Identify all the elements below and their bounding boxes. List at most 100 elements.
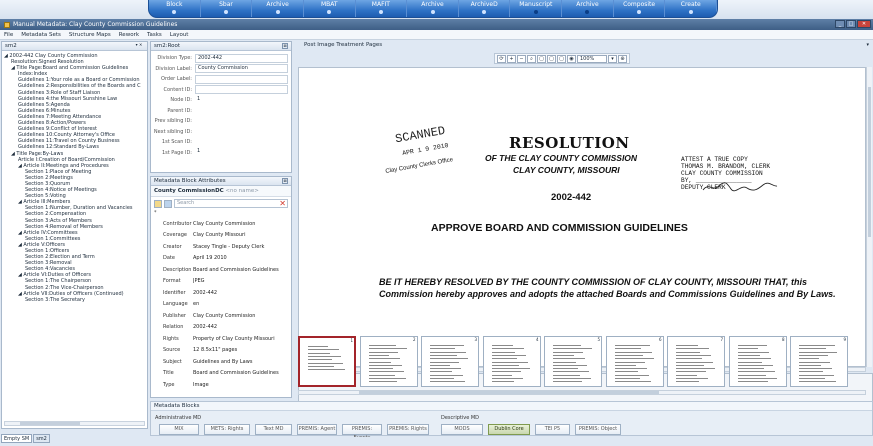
attribute-row-contributor[interactable]: Contributor Clay County Commission — [151, 218, 291, 230]
attribute-row-publisher[interactable]: Publisher Clay County Commission — [151, 310, 291, 322]
attribute-row-subject[interactable]: Subject Guidelines and By Laws — [151, 356, 291, 368]
attribute-value[interactable]: Image — [193, 382, 291, 388]
attribute-row-identifier[interactable]: Identifier 2002-442 — [151, 287, 291, 299]
menu-layout[interactable]: Layout — [170, 32, 189, 38]
minimize-button[interactable]: _ — [835, 20, 845, 28]
md-button-dublin-core[interactable]: Dublin Core — [488, 424, 530, 435]
page-single-icon[interactable]: ▢ — [537, 54, 546, 63]
pane-pin-icon[interactable]: ⊠ — [282, 43, 288, 49]
md-button-text-md[interactable]: Text MD — [255, 424, 292, 435]
page-thumbnail[interactable]: 5 — [544, 336, 602, 387]
page-thumbnail[interactable]: 4 — [482, 336, 541, 387]
ribbon-button-archive[interactable]: Archive — [407, 0, 459, 17]
md-button-tei-p5[interactable]: TEI P5 — [535, 424, 570, 435]
ribbon-button-archived[interactable]: ArchiveD — [459, 0, 511, 17]
page-thumbnail[interactable]: 3 — [421, 336, 479, 387]
page-thumbnail[interactable]: 8 — [728, 336, 787, 387]
attribute-value[interactable]: Property of Clay County Missouri — [193, 336, 291, 342]
zoom-out-icon[interactable]: − — [517, 54, 526, 63]
ribbon-button-archive[interactable]: Archive — [252, 0, 304, 17]
tab-empty-sm[interactable]: Empty SM — [1, 434, 33, 443]
rotate-icon[interactable]: ⟳ — [497, 54, 506, 63]
menu-structure-maps[interactable]: Structure Maps — [69, 32, 111, 38]
thumbnail-scrollbar[interactable] — [298, 390, 866, 395]
attribute-value[interactable]: 12 8.5x11" pages — [193, 347, 291, 353]
md-button-mix[interactable]: MIX — [159, 424, 199, 435]
ribbon-button-block[interactable]: Block — [149, 0, 201, 17]
ribbon-button-create[interactable]: Create — [665, 0, 717, 17]
tab-sm2[interactable]: sm2 — [33, 434, 50, 443]
attribute-row-language[interactable]: Language en — [151, 299, 291, 311]
zoom-fit-icon[interactable]: ⌕ — [527, 54, 536, 63]
attribute-value[interactable]: 2002-442 — [193, 290, 291, 296]
tree-node[interactable]: Guidelines 2:Responsibilities of the Boa… — [4, 83, 147, 89]
page-thumbnail[interactable]: 2 — [359, 336, 418, 387]
attribute-row-relation[interactable]: Relation 2002-442 — [151, 322, 291, 334]
ribbon-button-manuscript[interactable]: Manuscript — [510, 0, 563, 17]
chevron-down-icon[interactable]: ▾ — [866, 41, 869, 50]
attribute-value[interactable]: April 19 2010 — [193, 255, 291, 261]
field-value[interactable] — [195, 85, 288, 95]
attribute-value[interactable]: Board and Commission Guidelines — [193, 370, 291, 376]
attribute-row-creator[interactable]: Creator Stacey Tingle - Deputy Clerk — [151, 241, 291, 253]
ribbon-button-composite[interactable]: Composite — [614, 0, 666, 17]
menu-file[interactable]: File — [4, 32, 13, 38]
page-image-viewer[interactable]: SCANNED APR 1 9 2010 Clay County Clerks … — [298, 67, 866, 367]
page-thumbnail[interactable]: 7 — [667, 336, 725, 387]
attribute-value[interactable]: JPEG — [193, 278, 291, 284]
ribbon-button-mbat[interactable]: MBAT — [304, 0, 356, 17]
sort-alpha-icon[interactable] — [164, 199, 172, 208]
pane-pin-icon[interactable]: ⊠ — [282, 178, 288, 184]
ribbon-button-archive[interactable]: Archive — [562, 0, 614, 17]
attribute-value[interactable]: Clay County Commission — [193, 313, 291, 319]
md-button-mets-rights[interactable]: METS: Rights — [204, 424, 250, 435]
clear-search-icon[interactable]: ✕ — [279, 199, 286, 208]
attribute-value[interactable]: Guidelines and By Laws — [193, 359, 291, 365]
attribute-value[interactable]: Clay County Missouri — [193, 232, 291, 238]
attribute-row-source[interactable]: Source 12 8.5x11" pages — [151, 345, 291, 357]
ribbon-button-mafit[interactable]: MAFIT — [356, 0, 408, 17]
md-button-premis-agent[interactable]: PREMIS: Agent — [297, 424, 337, 435]
attribute-row-title[interactable]: Title Board and Commission Guidelines — [151, 368, 291, 380]
field-value[interactable]: 2002-442 — [195, 53, 288, 63]
attribute-value[interactable]: Board and Commission Guidelines — [193, 267, 291, 273]
attribute-row-rights[interactable]: Rights Property of Clay County Missouri — [151, 333, 291, 345]
tree-node[interactable]: Section 3:The Secretary — [4, 297, 147, 303]
menu-rework[interactable]: Rework — [119, 32, 139, 38]
categorized-view-icon[interactable] — [154, 199, 162, 208]
ribbon-button-sbar[interactable]: Sbar — [201, 0, 253, 17]
md-button-premis-rights[interactable]: PREMIS: Rights — [387, 424, 429, 435]
tree-horizontal-scrollbar[interactable] — [4, 421, 145, 426]
menu-tasks[interactable]: Tasks — [147, 32, 162, 38]
attribute-value[interactable]: 2002-442 — [193, 324, 291, 330]
md-button-mods[interactable]: MODS — [441, 424, 483, 435]
md-button-premis-events[interactable]: PREMIS: Events — [342, 424, 382, 441]
page-double-icon[interactable]: ▢ — [547, 54, 556, 63]
menu-metadata-sets[interactable]: Metadata Sets — [21, 32, 61, 38]
page-thumbnail[interactable]: 1 — [298, 336, 356, 387]
field-value[interactable] — [195, 74, 288, 84]
attribute-row-format[interactable]: Format JPEG — [151, 276, 291, 288]
target-icon[interactable]: ◉ — [567, 54, 576, 63]
zoom-in-icon[interactable]: + — [507, 54, 516, 63]
attribute-row-type[interactable]: Type Image — [151, 379, 291, 391]
attribute-value[interactable]: Clay County Commission — [193, 221, 291, 227]
chevron-down-icon[interactable]: ▾ — [608, 54, 617, 63]
md-button-premis-object[interactable]: PREMIS: Object — [575, 424, 621, 435]
attribute-value[interactable]: en — [193, 301, 291, 307]
attribute-row-coverage[interactable]: Coverage Clay County Missouri — [151, 230, 291, 242]
viewer-vertical-scrollbar[interactable] — [866, 67, 872, 367]
field-value[interactable]: County Commission — [195, 64, 288, 74]
page-thumbnail[interactable]: 9 — [790, 336, 848, 387]
attribute-search-input[interactable]: Search ✕ — [174, 199, 288, 208]
attribute-value[interactable]: Stacey Tingle - Deputy Clerk — [193, 244, 291, 250]
zoom-plus-icon[interactable]: ⊕ — [618, 54, 627, 63]
close-button[interactable]: ✕ — [857, 20, 871, 28]
page-grid-icon[interactable]: ▢ — [557, 54, 566, 63]
pane-pin-icon[interactable]: ▾ ✕ — [133, 43, 145, 49]
attribute-row-date[interactable]: Date April 19 2010 — [151, 253, 291, 265]
maximize-button[interactable]: □ — [846, 20, 856, 28]
page-thumbnail[interactable]: 6 — [605, 336, 664, 387]
attribute-row-description[interactable]: Description Board and Commission Guidelin… — [151, 264, 291, 276]
zoom-select[interactable]: 100% — [577, 54, 607, 63]
